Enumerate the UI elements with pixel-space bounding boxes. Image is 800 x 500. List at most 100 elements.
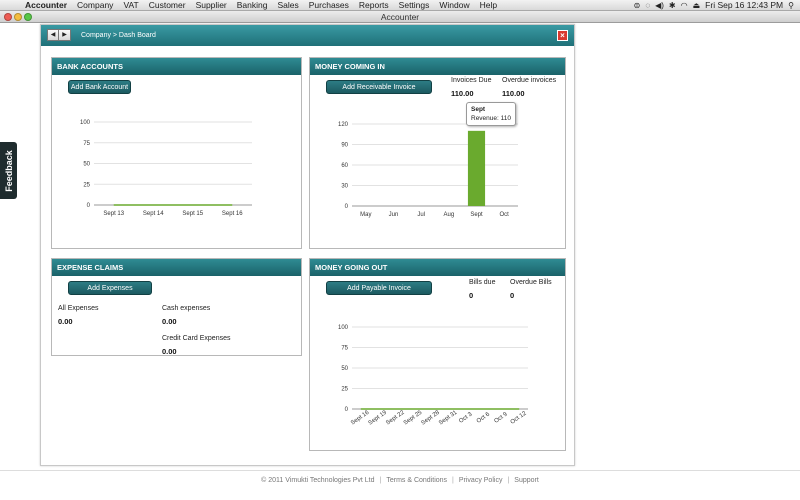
feedback-tab[interactable]: Feedback — [0, 142, 17, 199]
support-link[interactable]: Support — [514, 477, 539, 484]
y-tick-label: 50 — [341, 366, 348, 372]
dashboard-frame: ◀ ▶ Company > Dash Board × BANK ACCOUNTS… — [40, 24, 575, 466]
window-titlebar: Accounter — [0, 11, 800, 23]
dashboard-header: ◀ ▶ Company > Dash Board × — [41, 25, 574, 46]
spotlight-search-icon[interactable]: ⚲ — [788, 0, 794, 11]
money-going-out-chart: 0255075100Sept 16Sept 19Sept 22Sept 25Se… — [338, 325, 528, 427]
x-tick-label: Sept 15 — [182, 211, 203, 217]
cash-expenses-value: 0.00 — [162, 317, 177, 326]
eject-icon[interactable]: ⏏ — [693, 0, 701, 11]
menu-extras: ⊜ ◌ ◀) ✱ ◠ ⏏ Fri Sep 16 12:43 PM ⚲ — [634, 0, 800, 11]
money-going-out-title: MONEY GOING OUT — [310, 259, 565, 276]
menu-settings[interactable]: Settings — [394, 0, 435, 11]
forward-button[interactable]: ▶ — [59, 29, 71, 41]
nav-buttons: ◀ ▶ — [47, 29, 71, 41]
close-dashboard-button[interactable]: × — [557, 30, 568, 41]
footer: © 2011 Vimukti Technologies Pvt Ltd | Term… — [0, 470, 800, 500]
bar — [467, 130, 486, 206]
bills-due-value: 0 — [469, 291, 474, 300]
y-tick-label: 75 — [83, 141, 90, 147]
bank-accounts-chart: 0 25 50 75 100 Sept 13 Sept 14 Sept 15 Sept 16 — [80, 120, 252, 217]
breadcrumb: Company > Dash Board — [81, 32, 156, 39]
overdue-invoices-value: 110.00 — [502, 89, 525, 98]
x-tick-label: Oct 12 — [510, 410, 528, 425]
menu-customer[interactable]: Customer — [144, 0, 191, 11]
x-tick-label: Sept 16 — [222, 211, 243, 217]
bills-due-label: Bills due — [469, 279, 496, 286]
y-tick-label: 30 — [341, 184, 348, 190]
invoices-due-label: Invoices Due — [451, 77, 492, 84]
menu-clock[interactable]: Fri Sep 16 12:43 PM — [705, 0, 783, 10]
chat-icon[interactable]: ◌ — [645, 0, 650, 11]
add-receivable-invoice-button[interactable]: Add Receivable Invoice — [326, 80, 432, 94]
money-coming-in-chart: 0 30 60 90 120 May Jun Jul Aug Sept Oct — [338, 122, 518, 218]
menu-reports[interactable]: Reports — [354, 0, 394, 11]
status-monitor-icon[interactable]: ⊜ — [634, 0, 641, 11]
all-expenses-value: 0.00 — [58, 317, 73, 326]
menu-company[interactable]: Company — [72, 0, 118, 11]
window-title: Accounter — [380, 12, 420, 22]
y-tick-label: 0 — [345, 407, 349, 413]
credit-card-expenses-label: Credit Card Expenses — [162, 335, 231, 342]
x-tick-label: May — [360, 212, 371, 218]
x-tick-label: Jun — [389, 212, 399, 218]
x-tick-label: Sept 13 — [103, 211, 124, 217]
feedback-label: Feedback — [3, 149, 14, 192]
y-tick-label: 0 — [87, 203, 91, 209]
terms-link[interactable]: Terms & Conditions — [386, 477, 447, 484]
bank-accounts-panel: BANK ACCOUNTS Add Bank Account 0 25 50 75 10… — [51, 57, 302, 249]
y-tick-label: 0 — [345, 204, 349, 210]
menu-window[interactable]: Window — [434, 0, 474, 11]
x-tick-label: Sept 19 — [368, 409, 389, 426]
y-tick-label: 25 — [341, 387, 348, 393]
y-tick-label: 100 — [80, 120, 91, 126]
x-tick-label: Sept — [470, 212, 483, 218]
expense-claims-title: EXPENSE CLAIMS — [52, 259, 301, 276]
wifi-icon[interactable]: ◠ — [681, 0, 688, 11]
x-tick-label: Oct 3 — [458, 411, 474, 425]
x-tick-label: Sept 22 — [385, 409, 406, 426]
x-tick-label: Oct 6 — [476, 411, 492, 425]
revenue-tooltip: Sept Revenue: 110 — [466, 102, 516, 126]
privacy-link[interactable]: Privacy Policy — [459, 477, 503, 484]
y-tick-label: 50 — [83, 162, 90, 168]
menu-banking[interactable]: Banking — [232, 0, 273, 11]
x-tick-label: Sept 25 — [403, 409, 424, 426]
y-tick-label: 120 — [338, 122, 349, 128]
x-tick-label: Oct 9 — [493, 411, 509, 425]
x-tick-label: Sept 16 — [350, 409, 371, 426]
add-payable-invoice-button[interactable]: Add Payable Invoice — [326, 281, 432, 295]
back-button[interactable]: ◀ — [47, 29, 59, 41]
copyright-text: © 2011 Vimukti Technologies Pvt Ltd — [261, 477, 375, 484]
menu-purchases[interactable]: Purchases — [304, 0, 354, 11]
bank-accounts-title: BANK ACCOUNTS — [52, 58, 301, 75]
menu-bar: Accounter Company VAT Customer Supplier … — [0, 0, 800, 11]
y-tick-label: 25 — [83, 182, 90, 188]
tooltip-title: Sept — [471, 106, 486, 113]
all-expenses-label: All Expenses — [58, 305, 99, 312]
add-bank-account-button[interactable]: Add Bank Account — [68, 80, 131, 94]
credit-card-expenses-value: 0.00 — [162, 347, 177, 356]
add-expenses-button[interactable]: Add Expenses — [68, 281, 152, 295]
x-tick-label: Jul — [417, 212, 425, 218]
x-tick-label: Sept 31 — [438, 409, 459, 426]
money-going-out-panel: MONEY GOING OUT Add Payable Invoice Bill… — [309, 258, 566, 451]
overdue-invoices-label: Overdue invoices — [502, 77, 557, 84]
volume-icon[interactable]: ◀) — [655, 0, 664, 11]
menu-vat[interactable]: VAT — [118, 0, 143, 11]
y-tick-label: 100 — [338, 325, 349, 331]
x-tick-label: Sept 14 — [143, 211, 164, 217]
x-tick-label: Oct — [499, 212, 509, 218]
menu-sales[interactable]: Sales — [272, 0, 303, 11]
tooltip-text: Revenue: 110 — [471, 115, 511, 122]
bluetooth-icon[interactable]: ✱ — [669, 0, 676, 11]
y-tick-label: 90 — [341, 143, 348, 149]
money-coming-in-panel: MONEY COMING IN Add Receivable Invoice I… — [309, 57, 566, 249]
menu-help[interactable]: Help — [475, 0, 502, 11]
money-coming-in-title: MONEY COMING IN — [310, 58, 565, 75]
menu-supplier[interactable]: Supplier — [191, 0, 232, 11]
menu-accounter[interactable]: Accounter — [20, 0, 72, 11]
overdue-bills-label: Overdue Bills — [510, 279, 552, 286]
invoices-due-value: 110.00 — [451, 89, 474, 98]
x-tick-label: Sept 28 — [420, 409, 441, 426]
